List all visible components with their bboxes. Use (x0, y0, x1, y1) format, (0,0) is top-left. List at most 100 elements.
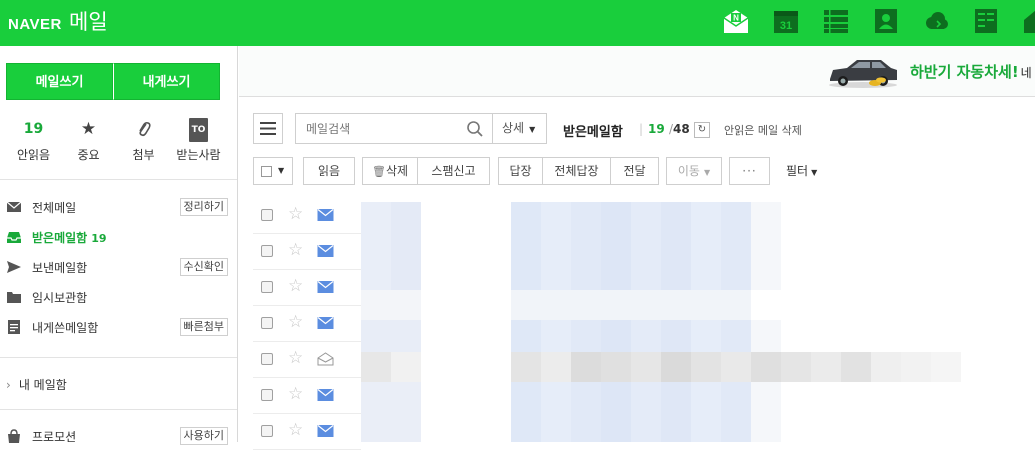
more-button[interactable]: ··· (729, 157, 770, 185)
redacted-block (391, 352, 421, 382)
redacted-block (871, 352, 901, 382)
move-label: 이동 (677, 164, 700, 178)
forward-button[interactable]: 전달 (611, 157, 659, 185)
star-icon[interactable]: ☆ (288, 239, 303, 261)
filter-button[interactable]: 필터 ▼ (786, 162, 817, 179)
organize-button[interactable]: 정리하기 (179, 198, 228, 216)
delete-button[interactable]: 🗑삭제 (362, 157, 418, 185)
redacted-block (691, 352, 721, 382)
folder-sent-label: 보낸메일함 (32, 260, 88, 275)
memo-icon[interactable] (973, 8, 999, 34)
list-icon[interactable] (823, 8, 849, 34)
star-icon[interactable]: ☆ (288, 275, 303, 297)
folder-to-self[interactable]: 내게쓴메일함 빠른첨부 (6, 315, 228, 339)
star-icon[interactable]: ☆ (288, 311, 303, 333)
refresh-icon[interactable]: ↻ (694, 122, 710, 138)
delete-unread-link[interactable]: 안읽은 메일 삭제 (724, 122, 802, 138)
mail-row[interactable]: ☆ (253, 378, 361, 414)
folder-inbox[interactable]: 받은메일함 19 (6, 225, 228, 249)
mail-row[interactable]: ☆ (253, 270, 361, 306)
brand-name: NAVER (8, 16, 62, 33)
mail-row[interactable]: ☆ (253, 234, 361, 270)
quick-unread-label: 안읽음 (16, 148, 51, 162)
redacted-block (721, 320, 751, 352)
mail-checkbox[interactable] (261, 281, 273, 293)
ad-banner[interactable]: 하반기 자동차세! 네 (239, 46, 1035, 97)
folder-sent[interactable]: 보낸메일함 수신확인 (6, 255, 228, 279)
redacted-block (571, 202, 601, 290)
contacts-icon[interactable] (873, 8, 899, 34)
product-name: 메일 (69, 10, 108, 34)
star-icon[interactable]: ☆ (288, 203, 303, 225)
mail-row[interactable]: ☆ (253, 342, 361, 378)
reply-all-button[interactable]: 전체답장 (543, 157, 611, 185)
quick-attach-button[interactable]: 빠른첨부 (179, 318, 228, 336)
search-input[interactable] (306, 120, 456, 138)
mail-checkbox[interactable] (261, 353, 273, 365)
quick-unread[interactable]: 19 안읽음 (6, 118, 61, 163)
quick-attachment[interactable]: 첨부 (116, 118, 171, 163)
search-icon[interactable] (466, 120, 484, 138)
mail-row[interactable]: ☆ (253, 198, 361, 234)
folder-promotion[interactable]: 프로모션 사용하기 (6, 424, 228, 448)
mail-row[interactable]: ☆ (253, 306, 361, 342)
write-to-self-button[interactable]: 내게쓰기 (113, 63, 220, 100)
write-mail-button[interactable]: 메일쓰기 (6, 63, 113, 100)
redacted-block (691, 202, 721, 290)
redacted-block (361, 352, 391, 382)
star-icon[interactable]: ☆ (288, 419, 303, 441)
envelope-icon (317, 245, 334, 257)
detail-search-button[interactable]: 상세 ▼ (493, 113, 547, 144)
redacted-block (841, 352, 871, 382)
redacted-block (571, 320, 601, 352)
mail-checkbox[interactable] (261, 317, 273, 329)
svg-text:N: N (733, 14, 739, 23)
mail-row[interactable]: ☆ (253, 414, 361, 450)
quick-important-label: 중요 (77, 148, 100, 162)
move-button[interactable]: 이동 ▼ (666, 157, 722, 185)
caret-down-icon: ▼ (703, 168, 711, 177)
redacted-block (511, 352, 541, 382)
mail-toolbar-top (253, 113, 283, 144)
list-menu-button[interactable] (253, 113, 283, 144)
mail-checkbox[interactable] (261, 389, 273, 401)
calendar-icon[interactable]: 31 (773, 8, 799, 34)
read-receipt-button[interactable]: 수신확인 (179, 258, 228, 276)
redacted-block (541, 382, 571, 442)
unread-count: 19 (23, 121, 44, 137)
star-icon[interactable]: ☆ (288, 347, 303, 369)
quick-important[interactable]: ★ 중요 (61, 118, 116, 163)
caret-down-icon: ▼ (811, 168, 818, 177)
mark-read-button[interactable]: 읽음 (303, 157, 355, 185)
banner-text: 하반기 자동차세! (910, 63, 1019, 81)
mail-checkbox[interactable] (261, 245, 273, 257)
select-all-checkbox[interactable]: ▼ (253, 157, 293, 185)
mail-search-box (295, 113, 493, 144)
quick-recipient[interactable]: TO 받는사람 (171, 118, 226, 163)
folder-all-mail-label: 전체메일 (32, 200, 77, 215)
redacted-block (751, 320, 781, 352)
cloud-icon[interactable] (923, 8, 949, 34)
report-spam-button[interactable]: 스팸신고 (418, 157, 490, 185)
star-icon[interactable]: ☆ (288, 383, 303, 405)
mail-checkbox[interactable] (261, 425, 273, 437)
envelope-icon (317, 389, 334, 401)
folder-all-mail[interactable]: 전체메일 정리하기 (6, 195, 228, 219)
folder-drafts[interactable]: 임시보관함 (6, 285, 228, 309)
mailbox-count: | 19 /48 (639, 122, 690, 136)
envelope-icon (317, 209, 334, 221)
reply-button[interactable]: 답장 (498, 157, 543, 185)
home-icon[interactable] (1023, 8, 1035, 34)
mail-checkbox[interactable] (261, 209, 273, 221)
app-shortcuts: N 31 (723, 6, 1035, 40)
naver-mail-icon[interactable]: N (723, 8, 749, 34)
naver-mail-logo[interactable]: NAVER 메일 (8, 6, 108, 36)
folder-drafts-label: 임시보관함 (32, 290, 88, 305)
chevron-right-icon: › (6, 378, 11, 392)
sidebar-divider (0, 179, 237, 180)
redacted-block (391, 202, 421, 290)
use-promotion-button[interactable]: 사용하기 (179, 427, 228, 445)
delete-label: 삭제 (385, 164, 409, 178)
my-mailbox-toggle[interactable]: › 내 메일함 (6, 376, 67, 393)
to-badge-icon: TO (188, 118, 209, 142)
